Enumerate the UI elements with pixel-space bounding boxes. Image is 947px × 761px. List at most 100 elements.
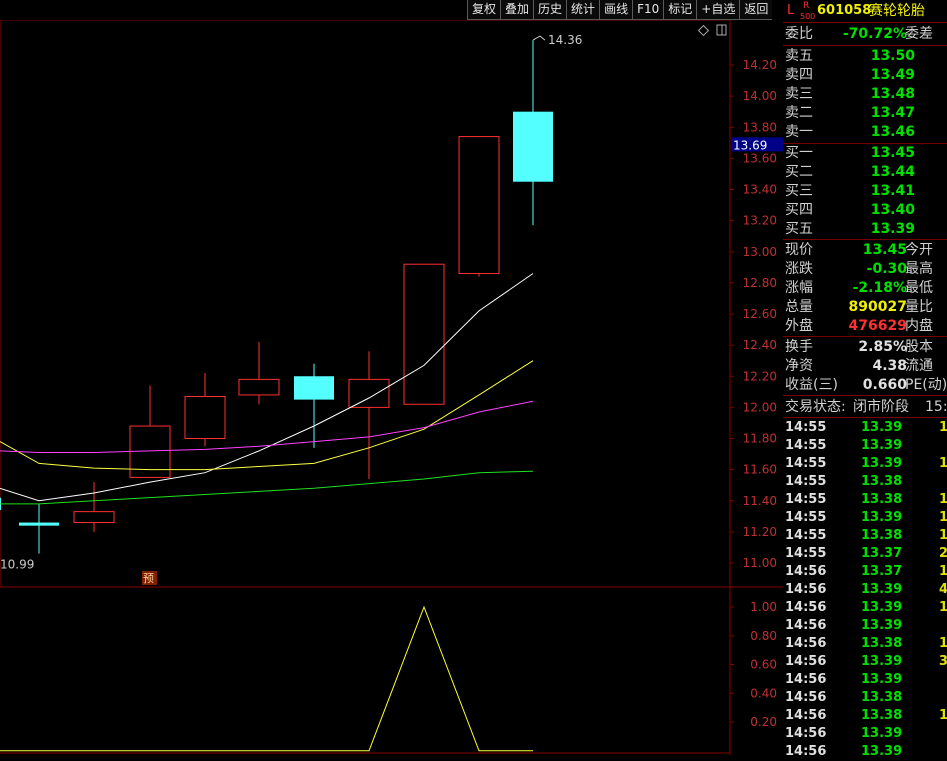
- ask-row[interactable]: 卖三 13.48: [783, 85, 947, 104]
- stock-flag: L: [787, 3, 795, 18]
- indicator-tick-label: 0.60: [750, 658, 777, 672]
- indicator-tick-label: 0.40: [750, 686, 777, 700]
- price-tick-label: 13.40: [743, 183, 777, 197]
- trade-time: 14:56: [785, 636, 827, 651]
- trade-price: 13.39: [861, 726, 903, 741]
- bid-row[interactable]: 买四 13.40: [783, 201, 947, 220]
- trade-price: 13.39: [861, 510, 903, 525]
- price-tick-label: 12.60: [743, 307, 777, 321]
- trade-time: 14:56: [785, 708, 827, 723]
- trade-row: 14:55 13.38 1: [783, 527, 947, 545]
- fundamental-label2: PE(动): [905, 377, 947, 393]
- candle-body: [513, 111, 553, 182]
- overlay-button[interactable]: 叠加: [500, 0, 534, 20]
- bid-row[interactable]: 买一 13.45: [783, 144, 947, 163]
- statistics-button[interactable]: 统计: [566, 0, 600, 20]
- quote-value: 476629: [848, 318, 907, 334]
- trade-row: 14:55 13.39: [783, 437, 947, 455]
- ask-row[interactable]: 卖一 13.46: [783, 123, 947, 142]
- quote-label: 现价: [785, 242, 813, 258]
- mark-button[interactable]: 标记: [663, 0, 697, 20]
- quote-value: -2.18%: [852, 280, 907, 296]
- trade-row: 14:56 13.39: [783, 617, 947, 635]
- trade-row: 14:55 13.39 1: [783, 419, 947, 437]
- fundamental-label2: 股本: [905, 339, 933, 355]
- price-tick-label: 12.40: [743, 338, 777, 352]
- weicha-label: 委差: [905, 26, 933, 42]
- trade-price: 13.39: [861, 744, 903, 759]
- quote-label2: 量比: [905, 299, 933, 315]
- history-button[interactable]: 历史: [533, 0, 567, 20]
- price-tick-label: 12.20: [743, 369, 777, 383]
- trade-price: 13.37: [861, 564, 903, 579]
- candle-body: [403, 263, 445, 405]
- candle-body: [73, 511, 115, 524]
- trade-price: 13.38: [861, 636, 903, 651]
- quote-row: 涨跌 -0.30 最高: [783, 260, 947, 279]
- bid-row[interactable]: 买五 13.39: [783, 220, 947, 239]
- divider: [783, 417, 947, 418]
- back-button[interactable]: 返回: [739, 0, 773, 20]
- trade-price: 13.39: [861, 438, 903, 453]
- trade-time: 14:56: [785, 618, 827, 633]
- fuquan-button[interactable]: 复权: [467, 0, 501, 20]
- trade-volume: 1: [939, 492, 947, 507]
- bid-row[interactable]: 买二 13.44: [783, 163, 947, 182]
- trade-time: 14:56: [785, 582, 827, 597]
- quote-label: 总量: [785, 299, 813, 315]
- trade-price: 13.39: [861, 600, 903, 615]
- fundamental-row: 收益(三) 0.660 PE(动): [783, 376, 947, 395]
- ask-price: 13.50: [870, 48, 915, 64]
- trade-row: 14:56 13.39: [783, 725, 947, 743]
- bid-row[interactable]: 买三 13.41: [783, 182, 947, 201]
- trade-time: 14:56: [785, 690, 827, 705]
- trade-row: 14:56 13.39 4: [783, 581, 947, 599]
- quote-label: 涨跌: [785, 261, 813, 277]
- price-pane-border: [0, 20, 731, 588]
- bid-price: 13.41: [870, 183, 915, 199]
- trade-row: 14:55 13.39 1: [783, 455, 947, 473]
- quote-label: 外盘: [785, 318, 813, 334]
- quote-label2: 内盘: [905, 318, 933, 334]
- candle-body: [238, 378, 280, 396]
- trade-row: 14:56 13.39 1: [783, 599, 947, 617]
- trade-price: 13.39: [861, 582, 903, 597]
- trade-time: 14:55: [785, 438, 827, 453]
- ask-price: 13.49: [870, 67, 915, 83]
- trade-row: 14:55 13.37 2: [783, 545, 947, 563]
- trade-row: 14:56 13.39: [783, 743, 947, 761]
- ask-price: 13.46: [870, 124, 915, 140]
- ask-row[interactable]: 卖四 13.49: [783, 66, 947, 85]
- ma-line: [0, 400, 534, 453]
- bid-price: 13.44: [870, 164, 915, 180]
- bid-label: 买三: [785, 183, 813, 199]
- add-watchlist-button[interactable]: +自选: [696, 0, 740, 20]
- ask-label: 卖五: [785, 48, 813, 64]
- trade-time: 14:56: [785, 726, 827, 741]
- candle-body: [348, 378, 390, 408]
- draw-line-button[interactable]: 画线: [599, 0, 633, 20]
- indicator-tick-label: 1.00: [750, 600, 777, 614]
- trade-price: 13.37: [861, 546, 903, 561]
- trade-status-row: 交易状态: 闭市阶段 15:0: [783, 398, 947, 417]
- trade-status-value: 闭市阶段: [853, 399, 909, 415]
- indicator-tick-label: 0.80: [750, 629, 777, 643]
- trade-volume: 1: [939, 420, 947, 435]
- fundamental-label: 换手: [785, 339, 813, 355]
- ask-row[interactable]: 卖五 13.50: [783, 47, 947, 66]
- trade-time: 14:56: [785, 744, 827, 759]
- quote-row: 涨幅 -2.18% 最低: [783, 279, 947, 298]
- trade-time: 14:55: [785, 456, 827, 471]
- fundamental-label: 净资: [785, 358, 813, 374]
- trade-time: 14:55: [785, 528, 827, 543]
- indicator-tick-label: 0.20: [750, 715, 777, 729]
- trade-row: 14:56 13.39: [783, 671, 947, 689]
- f10-button[interactable]: F10: [632, 0, 664, 20]
- price-tick-label: 11.40: [743, 494, 777, 508]
- kline-chart[interactable]: 14.20 14.00 13.80 13.60 13.40 13.20 13.00 12.80…: [0, 20, 783, 755]
- ask-row[interactable]: 卖二 13.47: [783, 104, 947, 123]
- bid-label: 买一: [785, 145, 813, 161]
- trade-price: 13.39: [861, 456, 903, 471]
- trade-time: 14:55: [785, 510, 827, 525]
- diamond-icon: [697, 24, 710, 37]
